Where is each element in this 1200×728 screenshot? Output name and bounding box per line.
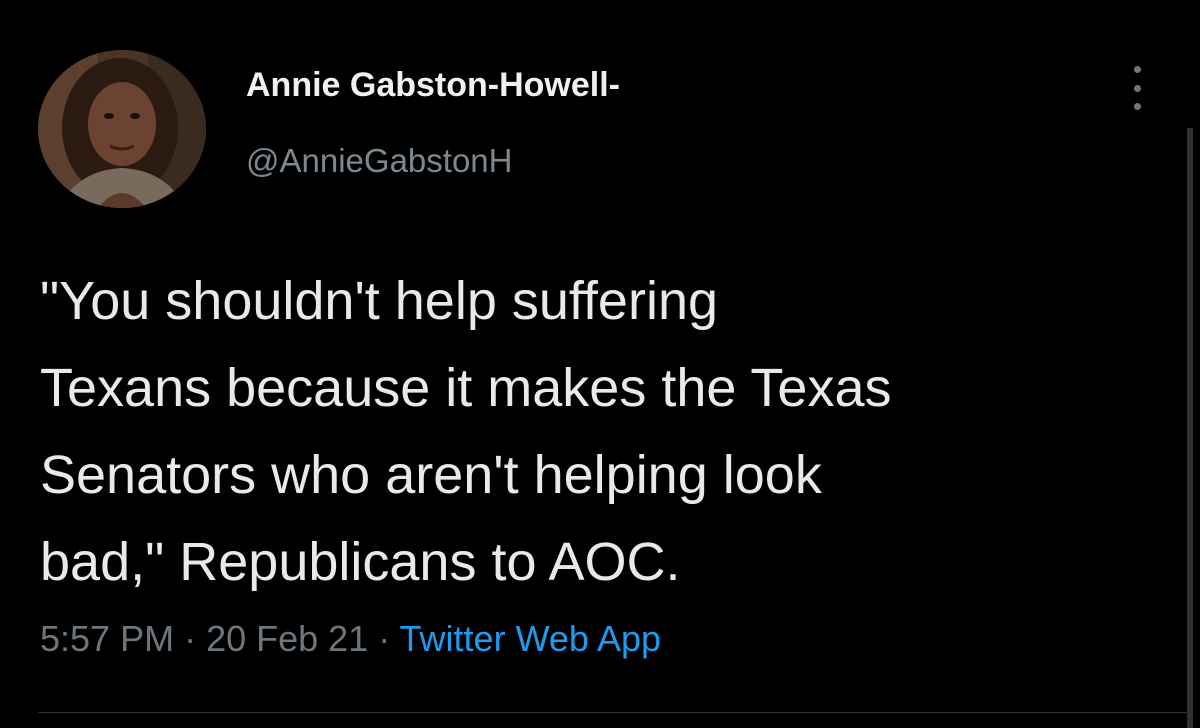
avatar[interactable] <box>38 50 206 208</box>
avatar-photo <box>38 50 206 208</box>
meta-separator: · <box>174 618 207 659</box>
meta-separator: · <box>368 618 400 659</box>
tweet-text-line: Senators who aren't helping look <box>40 445 822 505</box>
tweet-text-line: bad," Republicans to AOC. <box>40 532 681 592</box>
tweet-date[interactable]: 20 Feb 21 <box>206 618 368 659</box>
tweet-time[interactable]: 5:57 PM <box>40 618 174 659</box>
user-handle[interactable]: @AnnieGabstonH <box>246 142 512 180</box>
tweet-meta: 5:57 PM · 20 Feb 21 · Twitter Web App <box>40 618 661 660</box>
tweet-source-link[interactable]: Twitter Web App <box>400 618 661 659</box>
tweet-text-line: Texans because it makes the Texas <box>40 358 892 418</box>
display-name[interactable]: Annie Gabston-Howell- <box>246 66 620 105</box>
tweet-text-line: "You shouldn't help suffering <box>40 271 719 331</box>
more-dot <box>1133 66 1141 73</box>
tweet-text: "You shouldn't help suffering Texans bec… <box>40 258 1140 606</box>
more-dot <box>1133 103 1141 110</box>
scrollbar-track[interactable] <box>1187 128 1193 728</box>
tweet-card: Annie Gabston-Howell- @AnnieGabstonH "Yo… <box>0 0 1200 728</box>
divider <box>38 712 1188 713</box>
more-options-icon[interactable] <box>1122 66 1152 110</box>
more-dot <box>1133 84 1141 92</box>
